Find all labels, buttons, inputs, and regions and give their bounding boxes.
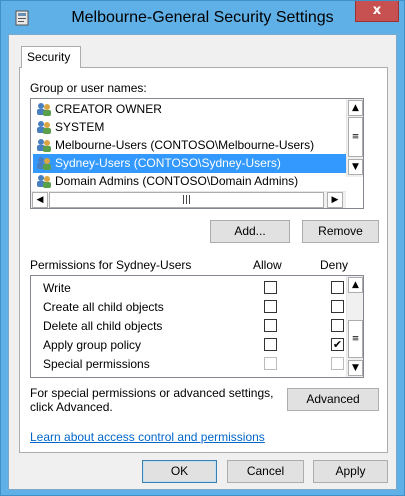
permissions-vertical-scrollbar[interactable]: ▲ ≡ ▼	[346, 276, 363, 377]
deny-column-header: Deny	[320, 258, 349, 272]
user-list-item[interactable]: Melbourne-Users (CONTOSO\Melbourne-Users…	[33, 136, 349, 155]
dialog-client-area: Security Group or user names: CREATOR OW…	[8, 34, 397, 490]
allow-checkbox[interactable]	[264, 319, 277, 332]
permission-row: Create all child objects	[31, 297, 347, 316]
user-name: Melbourne-Users (CONTOSO\Melbourne-Users…	[55, 138, 315, 152]
cancel-button[interactable]: Cancel	[227, 460, 304, 483]
permission-name: Special permissions	[43, 357, 150, 371]
window-title: Melbourne-General Security Settings	[71, 9, 334, 26]
user-name: SYSTEM	[55, 120, 105, 134]
permission-name: Write	[43, 281, 71, 295]
dialog-window: Melbourne-General Security Settings x Se…	[0, 0, 405, 496]
scroll-up-button[interactable]: ▲	[348, 100, 363, 116]
scroll-right-button[interactable]: ▶	[327, 192, 343, 208]
permission-row: Special permissions	[31, 354, 347, 373]
users-group-icon	[37, 103, 51, 116]
permissions-header: Permissions for Sydney-Users	[30, 258, 192, 272]
permission-row: Apply group policy ✔	[31, 335, 347, 354]
add-button[interactable]: Add...	[210, 220, 290, 243]
remove-button[interactable]: Remove	[302, 220, 379, 243]
allow-checkbox[interactable]	[264, 300, 277, 313]
deny-checkbox[interactable]	[331, 319, 344, 332]
advanced-hint-line1: For special permissions or advanced sett…	[30, 386, 274, 400]
user-name: CREATOR OWNER	[55, 102, 162, 116]
users-group-icon	[37, 157, 51, 170]
allow-checkbox[interactable]	[264, 281, 277, 294]
deny-checkbox[interactable]	[331, 357, 344, 370]
scroll-thumb[interactable]: ≡	[348, 117, 363, 157]
user-list-item[interactable]: Sydney-Users (CONTOSO\Sydney-Users)	[33, 154, 349, 173]
user-list-item[interactable]: CREATOR OWNER	[33, 100, 349, 119]
ok-button[interactable]: OK	[142, 460, 217, 483]
allow-checkbox[interactable]	[264, 338, 277, 351]
scroll-down-button[interactable]: ▼	[348, 159, 363, 175]
apply-button[interactable]: Apply	[313, 460, 388, 483]
user-name: Domain Admins (CONTOSO\Domain Admins)	[55, 174, 299, 188]
allow-column-header: Allow	[253, 258, 282, 272]
user-list-item[interactable]: Domain Admins (CONTOSO\Domain Admins)	[33, 172, 349, 191]
users-group-icon	[37, 175, 51, 188]
tab-security[interactable]: Security	[21, 46, 81, 68]
permission-name: Apply group policy	[43, 338, 142, 352]
allow-checkbox[interactable]	[264, 357, 277, 370]
user-name: Sydney-Users (CONTOSO\Sydney-Users)	[55, 156, 281, 170]
security-settings-icon	[15, 10, 29, 26]
advanced-hint-line2: click Advanced.	[30, 400, 113, 414]
user-listbox[interactable]: CREATOR OWNER SYSTEM Melbourne-Users (CONT…	[30, 98, 364, 209]
group-names-label: Group or user names:	[30, 81, 147, 95]
user-list-item[interactable]: SYSTEM	[33, 118, 349, 137]
user-list-horizontal-scrollbar[interactable]: ◀ ||| ▶	[31, 191, 346, 208]
users-group-icon	[37, 139, 51, 152]
scroll-left-button[interactable]: ◀	[32, 192, 48, 208]
access-control-help-link[interactable]: Learn about access control and permissio…	[30, 430, 265, 444]
deny-checkbox[interactable]	[331, 300, 344, 313]
close-button[interactable]: x	[355, 1, 399, 22]
perm-scroll-thumb[interactable]: ≡	[348, 320, 363, 358]
permission-row: Delete all child objects	[31, 316, 347, 335]
perm-scroll-down-button[interactable]: ▼	[348, 360, 363, 376]
permission-name: Create all child objects	[43, 300, 164, 314]
advanced-button[interactable]: Advanced	[287, 388, 379, 411]
permission-row: Write	[31, 278, 347, 297]
user-list-vertical-scrollbar[interactable]: ▲ ≡ ▼	[346, 99, 363, 177]
title-bar[interactable]: Melbourne-General Security Settings x	[1, 1, 404, 35]
perm-scroll-up-button[interactable]: ▲	[348, 277, 363, 293]
deny-checkbox[interactable]: ✔	[331, 338, 344, 351]
permissions-list[interactable]: Write Create all child objects Delete all …	[30, 275, 364, 378]
permission-name: Delete all child objects	[43, 319, 163, 333]
users-group-icon	[37, 121, 51, 134]
horizontal-scroll-thumb[interactable]: |||	[49, 192, 324, 208]
deny-checkbox[interactable]	[331, 281, 344, 294]
security-tab-panel: Group or user names: CREATOR OWNER SYSTEM…	[19, 67, 388, 453]
